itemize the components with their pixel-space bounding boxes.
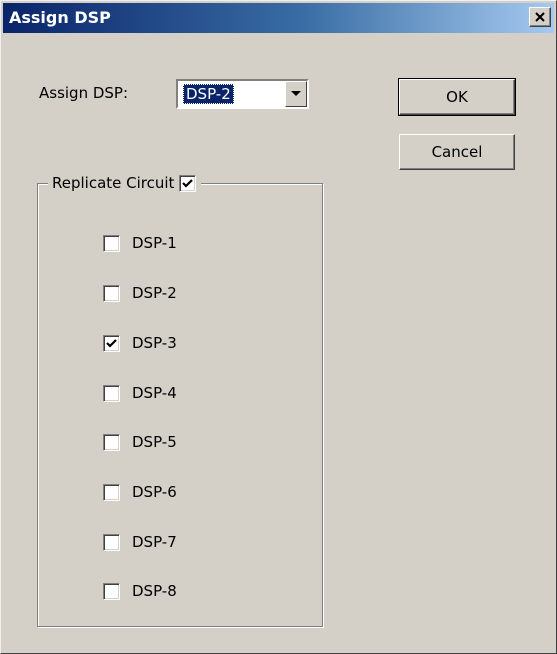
checkmark-icon (106, 338, 117, 348)
dsp-checkbox[interactable] (103, 433, 120, 451)
replicate-circuit-checkbox[interactable] (179, 174, 197, 192)
assign-dsp-select[interactable]: DSP-2 (176, 79, 309, 109)
dsp-checkbox-label: DSP-4 (132, 384, 177, 402)
ok-button[interactable]: OK (398, 78, 516, 116)
dsp-checkbox[interactable] (103, 284, 120, 302)
checkmark-icon (182, 178, 194, 188)
dsp-checkbox-row[interactable]: DSP-5 (103, 432, 177, 452)
dsp-checkbox-label: DSP-3 (132, 334, 177, 352)
dsp-checkbox-label: DSP-7 (132, 533, 177, 551)
dsp-checkbox-row[interactable]: DSP-7 (103, 532, 177, 552)
assign-dsp-dialog: Assign DSP Assign DSP: DSP-2 OK Cancel R… (0, 0, 557, 654)
ok-button-label: OK (446, 88, 468, 106)
dsp-checkbox[interactable] (103, 483, 120, 501)
dsp-checkbox[interactable] (103, 582, 120, 600)
replicate-circuit-group (37, 183, 323, 627)
dsp-checkbox[interactable] (103, 234, 120, 252)
title-bar[interactable]: Assign DSP (3, 3, 554, 33)
cancel-button-label: Cancel (431, 143, 483, 161)
assign-dsp-value: DSP-2 (183, 84, 234, 104)
dsp-checkbox-label: DSP-6 (132, 483, 177, 501)
dsp-checkbox-row[interactable]: DSP-2 (103, 283, 177, 303)
dsp-checkbox-row[interactable]: DSP-3 (103, 333, 177, 353)
replicate-circuit-label: Replicate Circuit (52, 174, 175, 192)
dsp-checkbox[interactable] (103, 384, 120, 402)
dialog-title: Assign DSP (9, 8, 111, 27)
dsp-checkbox[interactable] (103, 334, 120, 352)
dsp-checkbox-label: DSP-8 (132, 582, 177, 600)
dsp-checkbox-row[interactable]: DSP-4 (103, 383, 177, 403)
dsp-checkbox-label: DSP-2 (132, 284, 177, 302)
dsp-checkbox[interactable] (103, 533, 120, 551)
cancel-button[interactable]: Cancel (399, 134, 515, 170)
assign-dsp-label: Assign DSP: (39, 84, 129, 102)
dropdown-button[interactable] (285, 81, 307, 107)
dsp-checkbox-label: DSP-5 (132, 433, 177, 451)
dsp-checkbox-row[interactable]: DSP-8 (103, 581, 177, 601)
close-icon (535, 12, 545, 22)
dsp-checkbox-label: DSP-1 (132, 234, 177, 252)
dsp-checkbox-row[interactable]: DSP-1 (103, 233, 177, 253)
replicate-circuit-legend: Replicate Circuit (48, 172, 202, 194)
dsp-checkbox-row[interactable]: DSP-6 (103, 482, 177, 502)
chevron-down-icon (291, 91, 301, 96)
close-button[interactable] (529, 7, 551, 27)
